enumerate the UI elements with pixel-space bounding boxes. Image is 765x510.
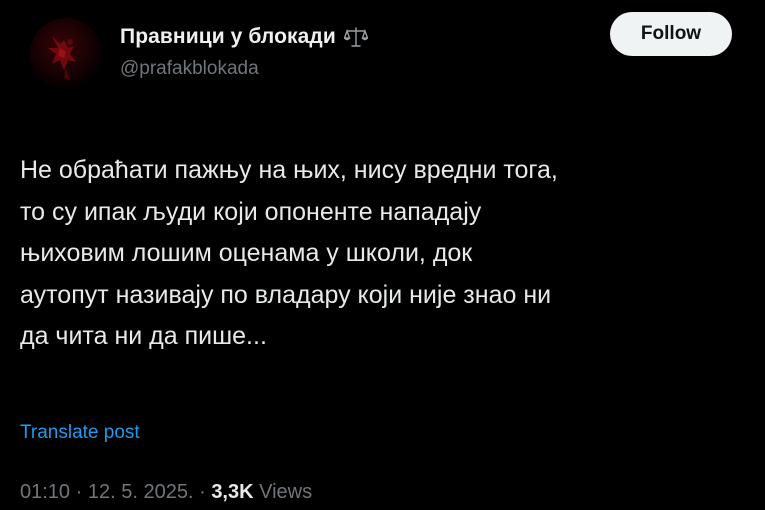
author-handle[interactable]: @prafakblokada	[120, 58, 259, 80]
tweet-text-line: то су ипак људи који опоненте нападају	[20, 197, 482, 226]
views-label: Views	[259, 481, 313, 503]
tweet-text-line: њиховим лошим оценама у школи, док	[20, 239, 473, 267]
follow-button[interactable]: Follow	[610, 12, 732, 56]
tweet-time[interactable]: 01:10	[20, 481, 70, 503]
tweet-text-line: аутопут називају по владару који није зн…	[20, 280, 552, 309]
tweet-text-line: Не обраћати пажњу на њих, нису вредни то…	[20, 156, 558, 184]
translate-post-link[interactable]: Translate post	[20, 422, 140, 444]
tweet-text-line: да чита ни да пише...	[20, 322, 267, 350]
tweet-meta: 01:10 · 12. 5. 2025. · 3,3K Views	[20, 481, 312, 504]
author-name-row: Правници у блокади	[120, 22, 369, 52]
meta-separator: ·	[75, 481, 83, 503]
scales-icon	[343, 26, 369, 48]
tweet-header: Правници у блокади @prafakblokada Follow	[0, 0, 765, 110]
author-display-name[interactable]: Правници у блокади	[120, 25, 336, 49]
avatar-figure-icon	[48, 36, 76, 80]
meta-separator: ·	[199, 481, 206, 503]
tweet-date[interactable]: 12. 5. 2025.	[88, 481, 194, 503]
tweet-text: Не обраћати пажњу на њих, нису вредни то…	[20, 150, 750, 358]
views-count[interactable]: 3,3K	[211, 481, 253, 503]
avatar[interactable]	[30, 18, 102, 90]
